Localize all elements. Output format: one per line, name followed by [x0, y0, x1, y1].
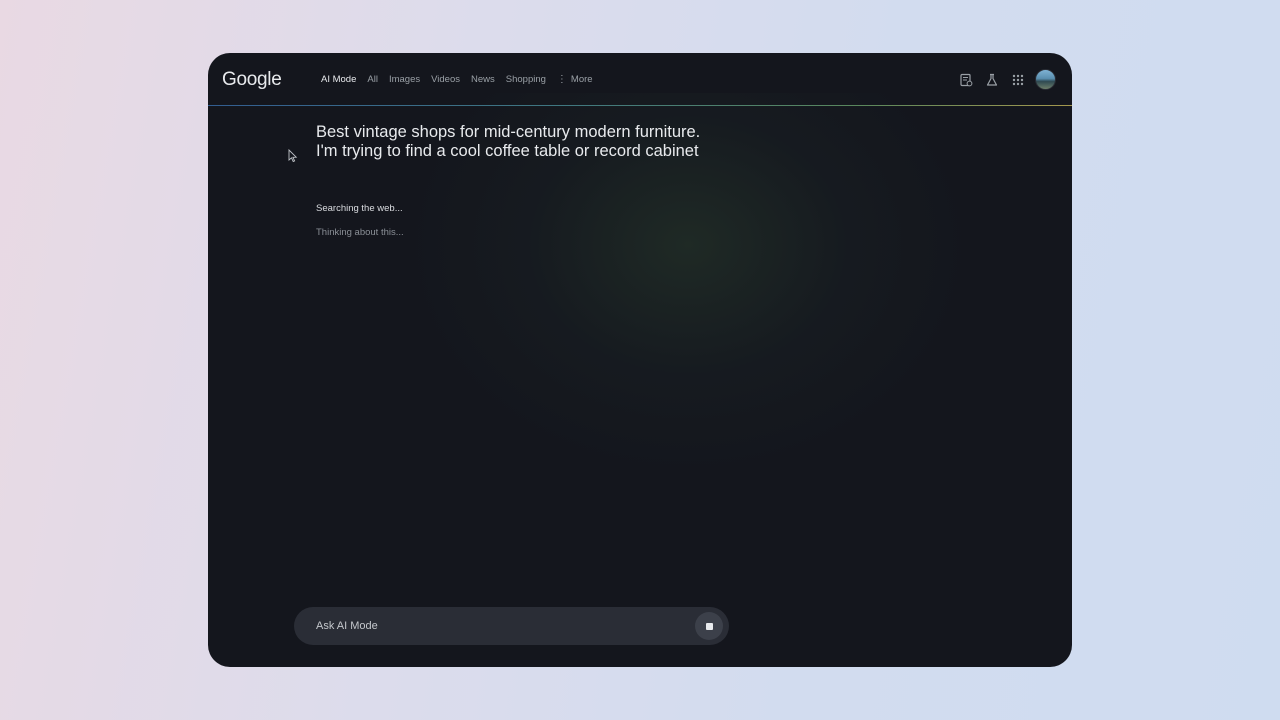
labs-flask-icon[interactable] — [983, 71, 1001, 89]
user-query: Best vintage shops for mid-century moder… — [316, 123, 701, 160]
history-icon[interactable] — [957, 71, 975, 89]
header-actions — [949, 69, 1056, 90]
search-tabs: AI Mode All Images Videos News Shopping … — [321, 53, 604, 106]
tab-news[interactable]: News — [471, 74, 495, 85]
tab-images[interactable]: Images — [389, 74, 420, 85]
tab-shopping[interactable]: Shopping — [506, 74, 546, 85]
ask-input[interactable] — [316, 607, 676, 645]
more-vert-icon: ⋮ — [556, 74, 567, 85]
tab-more[interactable]: ⋮ More — [557, 74, 593, 85]
mouse-cursor-icon — [288, 149, 298, 163]
top-bar: Google AI Mode All Images Videos News Sh… — [208, 53, 1072, 106]
ask-bar — [294, 607, 729, 645]
stop-button[interactable] — [695, 612, 723, 640]
google-logo[interactable]: Google — [222, 69, 282, 91]
tab-all[interactable]: All — [367, 74, 378, 85]
tab-videos[interactable]: Videos — [431, 74, 460, 85]
status-searching: Searching the web... — [316, 203, 403, 214]
account-avatar[interactable] — [1035, 69, 1056, 90]
tab-ai-mode[interactable]: AI Mode — [321, 74, 356, 85]
stop-icon — [705, 622, 713, 630]
header-divider — [208, 105, 1072, 106]
ai-mode-window: Google AI Mode All Images Videos News Sh… — [208, 53, 1072, 667]
more-label: More — [570, 74, 593, 85]
status-thinking: Thinking about this... — [316, 227, 404, 238]
apps-grid-icon[interactable] — [1009, 71, 1027, 89]
